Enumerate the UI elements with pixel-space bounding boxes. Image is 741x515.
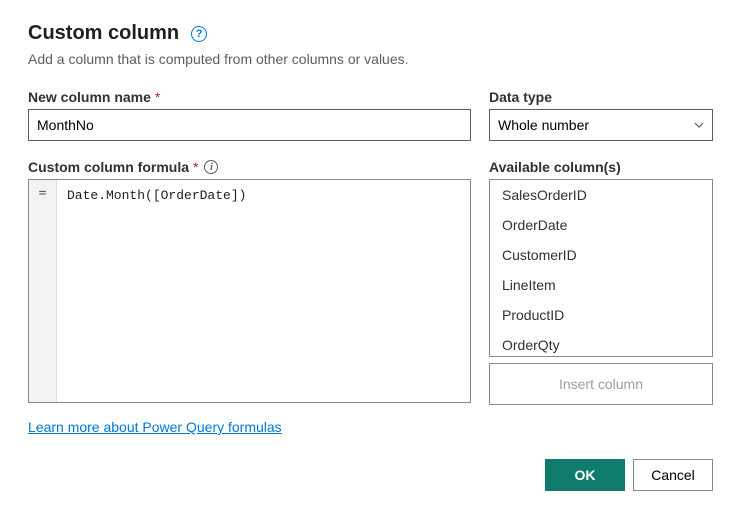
formula-label: Custom column formula* i xyxy=(28,159,471,175)
new-column-name-input[interactable] xyxy=(28,109,471,141)
column-item[interactable]: OrderDate xyxy=(490,210,712,240)
dialog-subtitle: Add a column that is computed from other… xyxy=(28,51,713,67)
insert-column-button[interactable]: Insert column xyxy=(489,363,713,405)
learn-more-link[interactable]: Learn more about Power Query formulas xyxy=(28,419,282,435)
cancel-button[interactable]: Cancel xyxy=(633,459,713,491)
available-columns-list[interactable]: SalesOrderIDOrderDateCustomerIDLineItemP… xyxy=(490,180,712,356)
column-item[interactable]: OrderQty xyxy=(490,330,712,356)
new-column-name-label: New column name* xyxy=(28,89,471,105)
available-columns-label: Available column(s) xyxy=(489,159,713,175)
column-item[interactable]: SalesOrderID xyxy=(490,180,712,210)
formula-editor[interactable]: = xyxy=(28,179,471,403)
data-type-label: Data type xyxy=(489,89,713,105)
column-item[interactable]: LineItem xyxy=(490,270,712,300)
data-type-select[interactable] xyxy=(489,109,713,141)
formula-textarea[interactable] xyxy=(57,180,470,402)
formula-gutter: = xyxy=(29,180,57,402)
dialog-title: Custom column xyxy=(28,22,179,45)
info-icon[interactable]: i xyxy=(204,160,218,174)
ok-button[interactable]: OK xyxy=(545,459,625,491)
column-item[interactable]: CustomerID xyxy=(490,240,712,270)
help-icon[interactable]: ? xyxy=(191,26,207,42)
column-item[interactable]: ProductID xyxy=(490,300,712,330)
